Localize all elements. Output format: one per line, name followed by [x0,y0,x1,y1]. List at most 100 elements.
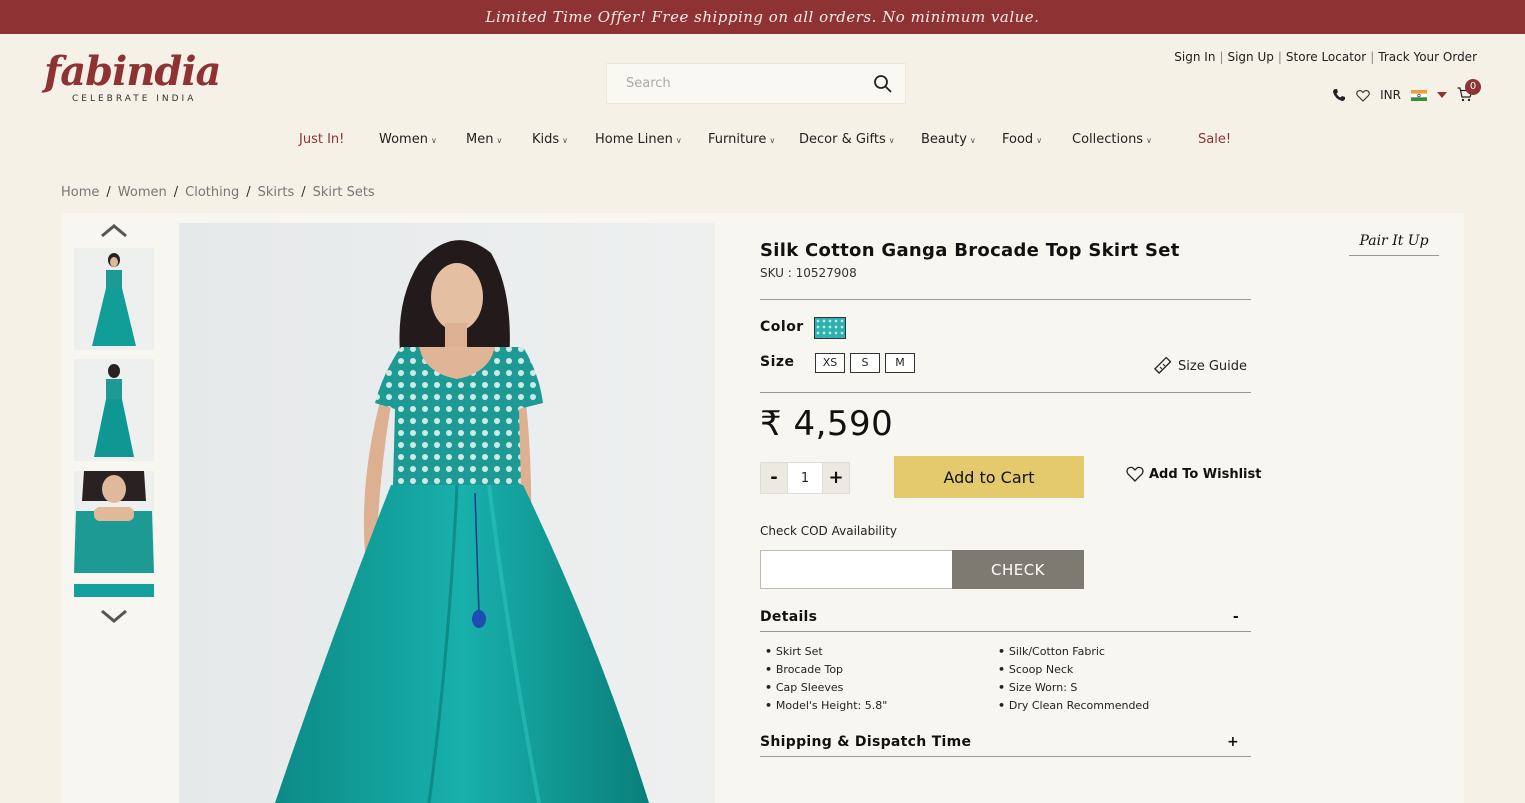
quantity-decrease-button[interactable]: - [760,462,788,494]
cart-button[interactable]: 0 [1457,79,1481,103]
heart-icon[interactable] [1356,89,1370,102]
product-info: Silk Cotton Ganga Brocade Top Skirt Set … [760,240,1251,280]
nav-label: Decor & Gifts [799,132,886,147]
nav-sale[interactable]: Sale! [1198,132,1231,147]
cod-label: Check COD Availability [760,524,898,538]
separator: / [246,185,251,200]
separator: / [173,185,179,200]
logo-tagline: CELEBRATE INDIA [72,94,197,104]
size-guide-link[interactable]: Size Guide [1152,356,1247,376]
chevron-up-icon[interactable] [100,223,128,239]
check-cod-button[interactable]: CHECK [952,550,1084,589]
shipping-title: Shipping & Dispatch Time [760,734,972,750]
breadcrumb-skirt-sets[interactable]: Skirt Sets [313,185,375,200]
size-option-m[interactable]: M [885,353,915,373]
store-locator-link[interactable]: Store Locator [1286,50,1366,64]
list-item: Scoop Neck [998,661,1149,679]
divider [760,392,1251,393]
ruler-icon [1154,356,1172,374]
size-option-xs[interactable]: XS [815,353,845,373]
add-to-wishlist-button[interactable]: Add To Wishlist [1126,466,1261,482]
nav-kids[interactable]: Kids ∨ [532,132,568,147]
breadcrumb-home[interactable]: Home [61,185,99,200]
promo-text: Limited Time Offer! Free shipping on all… [485,8,1040,26]
india-flag-icon[interactable] [1411,89,1427,101]
quantity-value[interactable]: 1 [788,462,822,494]
phone-icon[interactable] [1332,88,1346,102]
logo[interactable]: fabindia CELEBRATE INDIA [44,50,224,120]
nav-label: Beauty [921,132,967,147]
chevron-down-icon: ∨ [769,136,776,145]
size-guide-label: Size Guide [1178,358,1247,374]
chevron-down-icon[interactable] [100,608,128,624]
details-accordion-header[interactable]: Details - [760,609,1251,625]
search-icon[interactable] [873,74,893,94]
product-thumbnail[interactable] [74,359,154,461]
list-item: Cap Sleeves [765,679,887,697]
nav-collections[interactable]: Collections ∨ [1072,132,1152,147]
nav-home-linen[interactable]: Home Linen ∨ [595,132,682,147]
nav-label: Food [1002,132,1034,147]
nav-label: Home Linen [595,132,673,147]
search-box [606,63,906,104]
search-input[interactable] [607,64,857,103]
divider [760,299,1251,300]
sign-in-link[interactable]: Sign In [1174,50,1215,64]
collapse-icon[interactable]: - [1233,609,1239,625]
list-item: Size Worn: S [998,679,1149,697]
promo-banner: Limited Time Offer! Free shipping on all… [0,0,1525,34]
list-item: Model's Height: 5.8" [765,697,887,715]
nav-just-in[interactable]: Just In! [299,132,344,147]
nav-furniture[interactable]: Furniture ∨ [708,132,775,147]
currency-label[interactable]: INR [1380,88,1401,102]
product-main-image[interactable] [179,223,715,803]
expand-icon[interactable]: + [1227,734,1239,750]
quantity-increase-button[interactable]: + [822,462,850,494]
quantity-stepper: - 1 + [760,462,850,494]
logo-wordmark: fabindia [44,48,221,95]
divider [760,631,1251,632]
nav-men[interactable]: Men ∨ [466,132,502,147]
sign-up-link[interactable]: Sign Up [1227,50,1273,64]
pair-it-up-heading[interactable]: Pair It Up [1349,233,1439,256]
nav-label: Men [466,132,494,147]
divider [760,756,1251,757]
size-label: Size [760,354,795,370]
breadcrumb: Home / Women / Clothing / Skirts / Skirt Sets [61,185,375,200]
list-item: Skirt Set [765,643,887,661]
nav-food[interactable]: Food ∨ [1002,132,1042,147]
caret-down-icon[interactable] [1437,92,1447,98]
nav-beauty[interactable]: Beauty ∨ [921,132,976,147]
chevron-down-icon: ∨ [1036,136,1043,145]
color-swatch[interactable] [814,317,846,339]
account-links: Sign In | Sign Up | Store Locator | Track Your… [1174,50,1477,64]
add-to-cart-button[interactable]: Add to Cart [894,456,1084,498]
breadcrumb-women[interactable]: Women [118,185,167,200]
product-price: ₹ 4,590 [760,404,894,444]
nav-women[interactable]: Women ∨ [379,132,437,147]
list-item: Dry Clean Recommended [998,697,1149,715]
chevron-down-icon: ∨ [969,136,976,145]
nav-label: Collections [1072,132,1144,147]
nav-decor-gifts[interactable]: Decor & Gifts ∨ [799,132,895,147]
chevron-down-icon: ∨ [1146,136,1152,145]
product-thumbnail[interactable] [74,583,154,597]
breadcrumb-clothing[interactable]: Clothing [185,185,239,200]
product-sku: SKU : 10527908 [760,266,857,280]
heart-icon [1126,466,1144,482]
product-thumbnail[interactable] [74,471,154,573]
chevron-down-icon: ∨ [496,136,503,145]
pincode-input[interactable] [760,550,953,589]
chevron-down-icon: ∨ [888,136,895,145]
product-thumbnail[interactable] [74,248,154,350]
wishlist-label: Add To Wishlist [1149,466,1262,482]
chevron-down-icon: ∨ [430,136,437,145]
track-order-link[interactable]: Track Your Order [1378,50,1477,64]
shipping-accordion-header[interactable]: Shipping & Dispatch Time + [760,734,1251,750]
breadcrumb-skirts[interactable]: Skirts [258,185,295,200]
chevron-down-icon: ∨ [562,136,569,145]
separator: | [1219,50,1224,64]
color-label: Color [760,319,804,335]
size-option-s[interactable]: S [850,353,880,373]
list-item: Brocade Top [765,661,887,679]
